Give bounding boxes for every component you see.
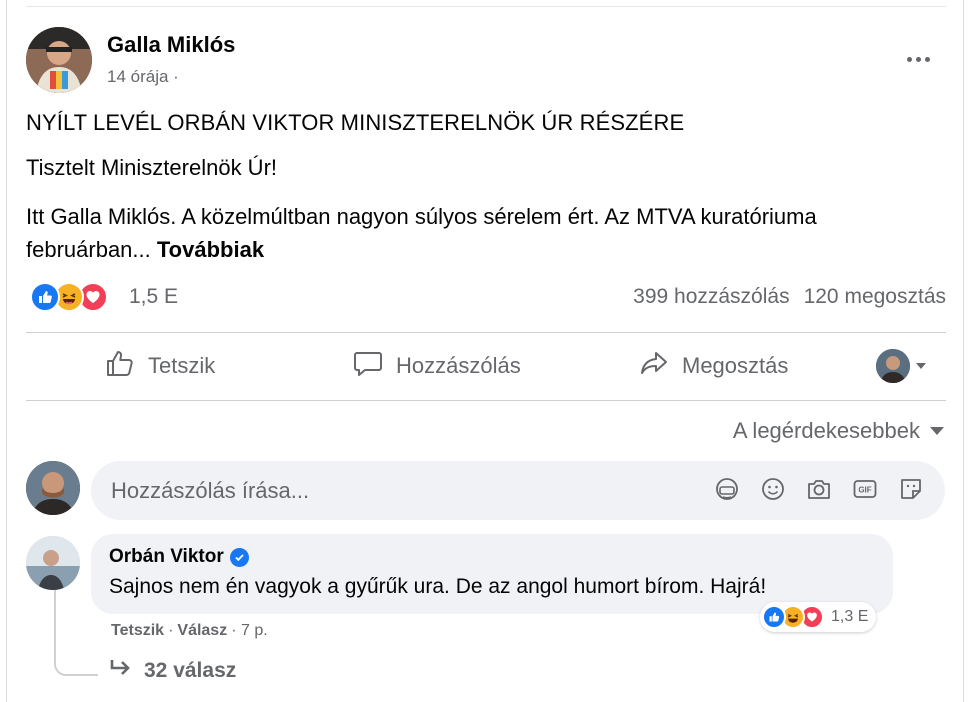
like-label: Tetszik [148,353,216,378]
profile-avatar [876,349,910,383]
meta-separator: · [168,622,174,639]
current-user-avatar[interactable] [26,461,80,515]
view-replies-button[interactable]: 32 válasz [110,658,236,684]
comment-count[interactable]: 399 hozzászólás [633,285,789,309]
comment-time[interactable]: · 7 p. [231,622,267,640]
post-timestamp[interactable]: 14 órája · [107,67,179,87]
comment-bubble-icon [352,347,384,385]
comment-label: Hozzászólás [396,353,521,378]
like-icon [762,605,786,629]
comment-text: Sajnos nem én vagyok a gyűrűk ura. De az… [109,575,767,598]
comment-input[interactable] [111,461,691,520]
more-options-icon[interactable] [896,44,940,74]
thread-connector [54,588,98,676]
see-more-link[interactable]: Továbbiak [157,237,264,262]
post-body-text: Itt Galla Miklós. A közelmúltban nagyon … [26,204,817,262]
top-divider [26,6,946,7]
share-count[interactable]: 120 megosztás [804,285,946,309]
post-title: NYÍLT LEVÉL ORBÁN VIKTOR MINISZTERELNÖK … [26,110,685,135]
thumbs-up-icon [104,347,136,385]
like-button[interactable]: Tetszik [104,336,215,396]
comment-like-link[interactable]: Tetszik [111,622,164,640]
reply-arrow-icon [110,658,132,684]
author-name[interactable]: Galla Miklós [107,32,235,58]
chevron-down-icon [916,363,926,369]
chevron-down-icon [930,427,944,435]
divider [26,400,946,401]
comment-author[interactable]: Orbán Viktor [109,546,249,568]
verified-badge-icon [229,547,249,567]
post-stats: 399 hozzászólás 120 megosztás [633,285,946,309]
comment-composer: GIF [91,461,945,520]
comment-meta: Tetszik · Válasz · 7 p. [111,622,268,640]
sticker-icon[interactable] [897,475,925,503]
replies-label: 32 válasz [144,659,237,682]
comment-reactions[interactable]: 1,3 E [760,602,877,632]
composer-tools: GIF [713,475,925,503]
share-button[interactable]: Megosztás [638,336,788,396]
svg-text:GIF: GIF [858,486,871,495]
comment-button[interactable]: Hozzászólás [352,336,521,396]
reaction-icons[interactable] [30,282,108,312]
share-arrow-icon [638,347,670,385]
gif-icon[interactable]: GIF [851,475,879,503]
comment-reaction-count: 1,3 E [831,608,869,625]
commenter-avatar[interactable] [26,536,80,590]
comment-reply-link[interactable]: Válasz [177,622,227,640]
action-bar: Tetszik Hozzászólás Megosztás [26,336,946,396]
camera-icon[interactable] [805,475,833,503]
share-label: Megosztás [682,353,789,378]
profile-selector[interactable] [876,336,926,396]
post-body: Itt Galla Miklós. A közelmúltban nagyon … [26,200,926,266]
divider [26,332,946,333]
post-greeting: Tisztelt Miniszterelnök Úr! [26,155,278,180]
emoji-icon[interactable] [759,475,787,503]
comment-sort-dropdown[interactable]: A legérdekesebbek [733,418,944,444]
sort-label: A legérdekesebbek [732,418,920,443]
author-avatar[interactable] [26,27,92,93]
like-icon [30,282,60,312]
reaction-count[interactable]: 1,5 E [129,285,178,309]
comment-author-name: Orbán Viktor [109,546,224,567]
avatar-sticker-icon[interactable] [713,475,741,503]
